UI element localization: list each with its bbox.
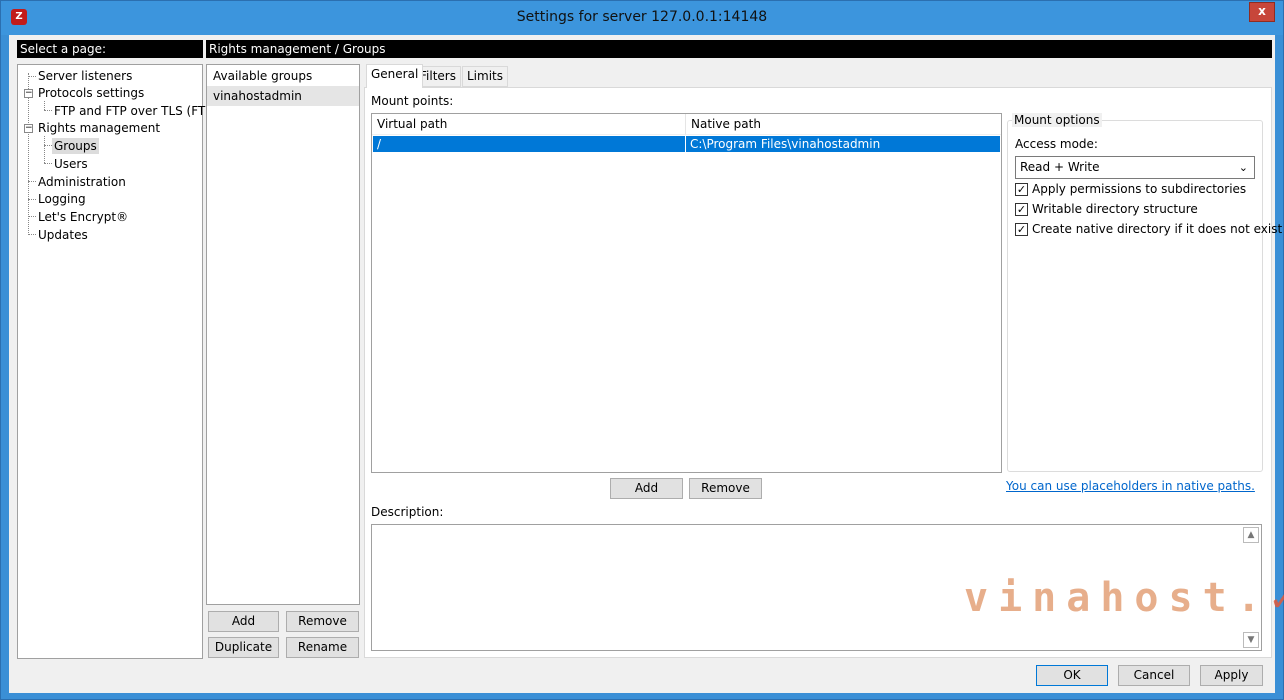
tree-line xyxy=(28,181,36,182)
window-title: Settings for server 127.0.0.1:14148 xyxy=(516,9,768,25)
dialog-footer: OK Cancel Apply xyxy=(9,659,1275,693)
writable-structure-checkbox[interactable]: ✓ Writable directory structure xyxy=(1015,202,1198,218)
tree-item-administration[interactable]: Administration xyxy=(38,174,126,190)
access-mode-select[interactable]: Read + Write ⌄ xyxy=(1015,156,1255,179)
tree-item-ftp[interactable]: FTP and FTP over TLS (FTPS) xyxy=(54,103,225,119)
tree-item-logging[interactable]: Logging xyxy=(38,191,86,207)
client-area: Select a page: Rights management / Group… xyxy=(9,35,1284,693)
checkbox-checked-icon[interactable]: ✓ xyxy=(1015,223,1028,236)
groups-list-header: Available groups xyxy=(213,69,313,83)
tree-line xyxy=(28,199,36,200)
tree-item-letsencrypt[interactable]: Let's Encrypt® xyxy=(38,209,128,225)
tree-item-users[interactable]: Users xyxy=(54,156,88,172)
tab-limits[interactable]: Limits xyxy=(462,66,508,87)
tree-item-protocols[interactable]: Protocols settings xyxy=(38,85,144,101)
mount-points-label: Mount points: xyxy=(371,94,454,108)
table-cell-native-path[interactable]: C:\Program Files\vinahostadmin xyxy=(686,136,1000,152)
access-mode-label: Access mode: xyxy=(1015,137,1098,151)
create-native-dir-checkbox[interactable]: ✓ Create native directory if it does not … xyxy=(1015,222,1282,238)
duplicate-group-button[interactable]: Duplicate xyxy=(208,637,279,658)
close-button[interactable]: x xyxy=(1249,2,1275,22)
tree-line xyxy=(44,136,45,163)
tree-line xyxy=(44,145,52,146)
apply-button[interactable]: Apply xyxy=(1200,665,1263,686)
vinahost-watermark: vinahost.✓ xyxy=(964,575,1284,621)
mount-options-legend: Mount options xyxy=(1012,113,1102,127)
tree-item-groups[interactable]: Groups xyxy=(52,138,99,154)
checkbox-label: Apply permissions to subdirectories xyxy=(1032,182,1247,196)
rename-group-button[interactable]: Rename xyxy=(286,637,359,658)
scroll-up-icon[interactable]: ▲ xyxy=(1243,527,1259,543)
tree-line xyxy=(44,101,45,110)
add-group-button[interactable]: Add xyxy=(208,611,279,632)
tree-item-updates[interactable]: Updates xyxy=(38,227,88,243)
checkbox-label: Create native directory if it does not e… xyxy=(1032,222,1283,236)
scroll-down-icon[interactable]: ▼ xyxy=(1243,632,1259,648)
column-header-native-path[interactable]: Native path xyxy=(686,114,1001,135)
check-mark-icon: ✓ xyxy=(1271,575,1284,621)
tree-line xyxy=(28,216,36,217)
description-label: Description: xyxy=(371,505,444,519)
tree-item-server-listeners[interactable]: Server listeners xyxy=(38,68,132,84)
mount-points-table: Virtual path Native path / C:\Program Fi… xyxy=(371,113,1002,473)
tree-line xyxy=(44,163,52,164)
checkbox-checked-icon[interactable]: ✓ xyxy=(1015,203,1028,216)
column-header-virtual-path[interactable]: Virtual path xyxy=(372,114,686,135)
checkbox-label: Writable directory structure xyxy=(1032,202,1198,216)
page-select-header: Select a page: xyxy=(17,40,203,58)
tree-line xyxy=(44,110,52,111)
chevron-down-icon: ⌄ xyxy=(1238,161,1248,174)
table-cell-virtual-path[interactable]: / xyxy=(373,136,685,152)
settings-tree: Server listeners − Protocols settings FT… xyxy=(17,64,225,659)
tree-item-rights[interactable]: Rights management xyxy=(38,120,160,136)
checkbox-checked-icon[interactable]: ✓ xyxy=(1015,183,1028,196)
page-title: Rights management / Groups xyxy=(206,40,1272,58)
add-mount-button[interactable]: Add xyxy=(610,478,683,499)
remove-mount-button[interactable]: Remove xyxy=(689,478,762,499)
collapse-icon[interactable]: − xyxy=(24,89,33,98)
title-bar: Z Settings for server 127.0.0.1:14148 x xyxy=(1,1,1283,35)
collapse-icon[interactable]: − xyxy=(24,124,33,133)
remove-group-button[interactable]: Remove xyxy=(286,611,359,632)
tree-line xyxy=(28,234,36,235)
cancel-button[interactable]: Cancel xyxy=(1118,665,1190,686)
tab-general[interactable]: General xyxy=(366,64,424,88)
groups-list: Available groups vinahostadmin xyxy=(206,64,360,605)
ok-button[interactable]: OK xyxy=(1036,665,1108,686)
access-mode-value: Read + Write xyxy=(1020,160,1100,174)
tree-line xyxy=(28,76,36,77)
settings-window: Z Settings for server 127.0.0.1:14148 x … xyxy=(0,0,1284,700)
apply-permissions-checkbox[interactable]: ✓ Apply permissions to subdirectories xyxy=(1015,182,1246,198)
list-item[interactable]: vinahostadmin xyxy=(207,86,359,106)
placeholders-link[interactable]: You can use placeholders in native paths… xyxy=(1006,479,1255,493)
